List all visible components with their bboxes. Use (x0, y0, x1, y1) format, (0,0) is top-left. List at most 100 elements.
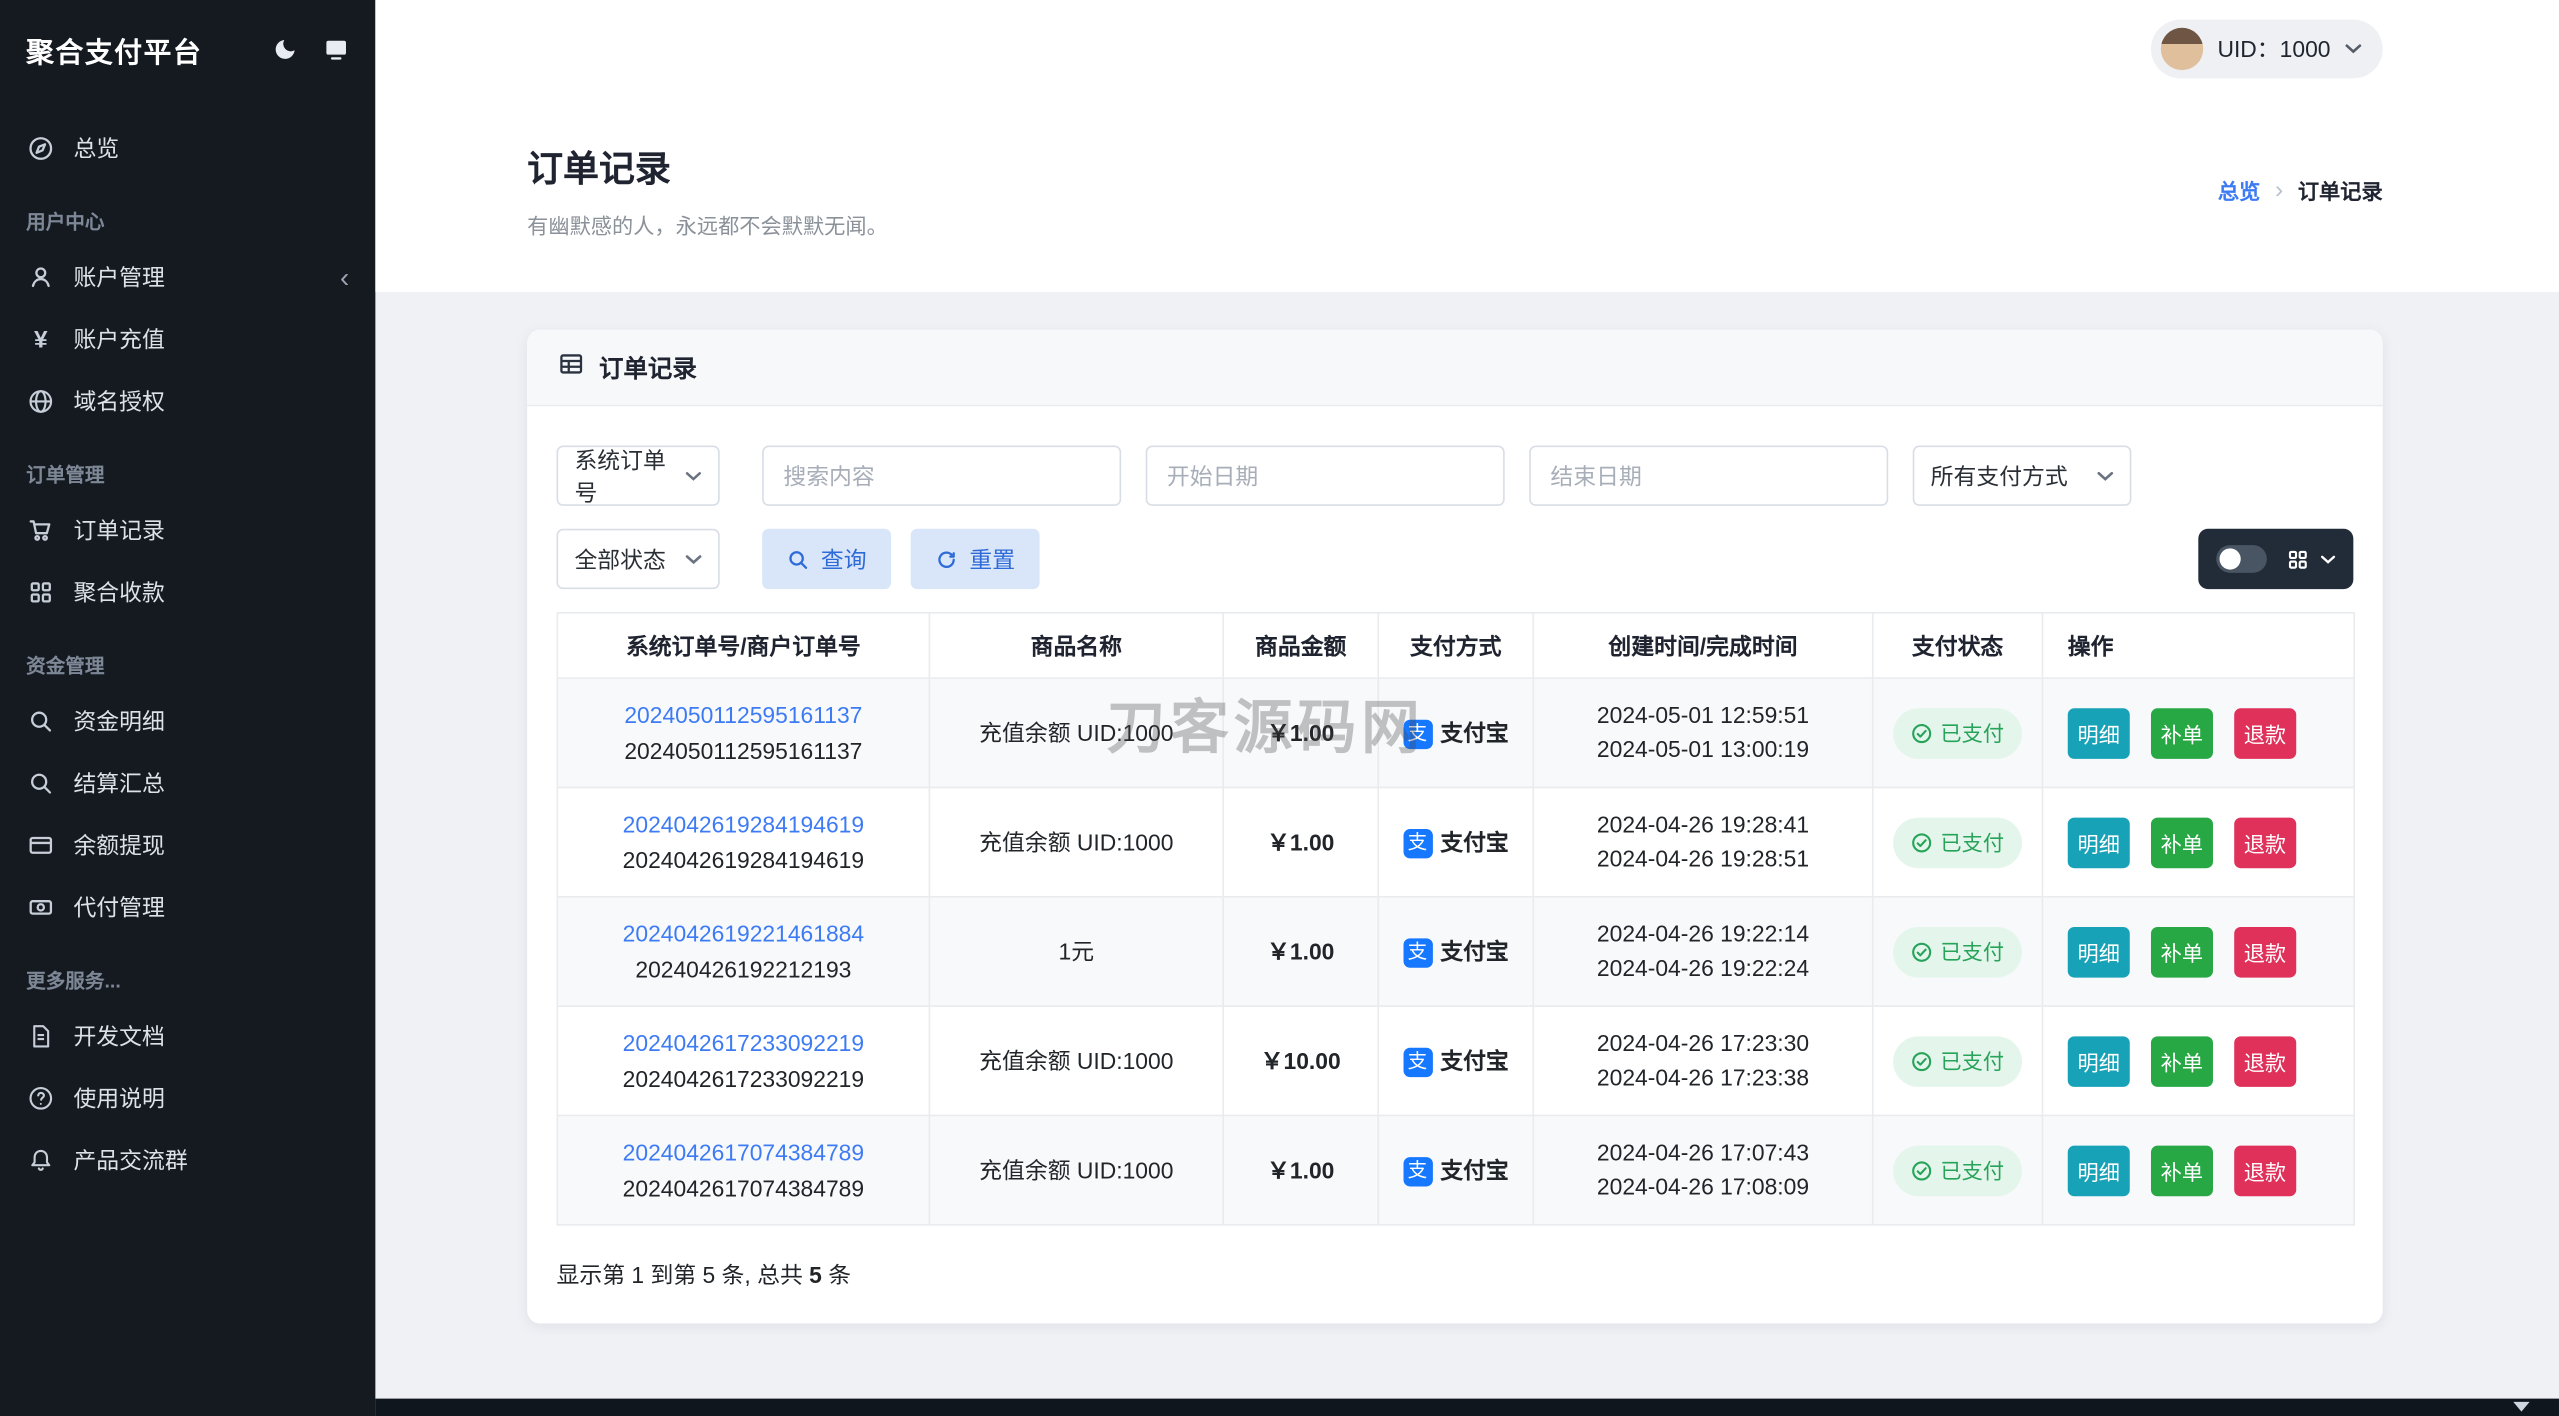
sidebar-item-label: 代付管理 (73, 894, 165, 921)
col-header-time: 创建时间/完成时间 (1532, 611, 1874, 679)
pay-method: 支付宝 (1440, 938, 1509, 965)
refund-button[interactable]: 退款 (2233, 926, 2296, 977)
col-header-actions: 操作 (2041, 611, 2355, 679)
order-no-type-select[interactable]: 系统订单号 (556, 445, 720, 506)
detail-button[interactable]: 明细 (2067, 926, 2130, 977)
end-date-input[interactable] (1529, 445, 1889, 506)
breadcrumb-home[interactable]: 总览 (2218, 175, 2260, 206)
sidebar-item-payout-management[interactable]: 代付管理 (0, 876, 375, 938)
sidebar-item-domain-auth[interactable]: 域名授权 (0, 370, 375, 432)
check-circle-icon (1912, 832, 1932, 852)
sidebar-nav: 总览 用户中心 账户管理 ‹ ¥ 账户充值 域名授权 订单管理 订单记录 聚合收… (0, 98, 375, 1191)
pay-method: 支付宝 (1440, 829, 1509, 856)
query-button[interactable]: 查询 (762, 528, 892, 590)
refund-button[interactable]: 退款 (2233, 707, 2296, 759)
sidebar-item-usage-instructions[interactable]: 使用说明 (0, 1067, 375, 1129)
sidebar-item-fund-details[interactable]: 资金明细 (0, 690, 375, 752)
filter-row-2: 全部状态 查询 重置 (556, 528, 2354, 590)
sidebar-item-label: 使用说明 (73, 1085, 165, 1112)
moon-icon[interactable] (273, 36, 299, 62)
select-value: 系统订单号 (574, 446, 666, 506)
user-icon (26, 264, 55, 290)
card-body: 系统订单号 所有支付方式 全部状态 (527, 406, 2383, 1323)
table-row: 2024042617074384789 2024042617074384789 … (556, 1114, 2355, 1226)
sidebar-item-overview[interactable]: 总览 (0, 118, 375, 180)
columns-dropdown-button[interactable] (2286, 548, 2336, 571)
status-select[interactable]: 全部状态 (556, 528, 720, 590)
sidebar-item-label: 订单记录 (73, 517, 165, 544)
finished-time: 2024-04-26 17:08:09 (1596, 1173, 1810, 1200)
pay-method-select[interactable]: 所有支付方式 (1912, 445, 2132, 506)
refund-button[interactable]: 退款 (2233, 816, 2296, 868)
help-icon (26, 1085, 55, 1111)
start-date-input[interactable] (1145, 445, 1505, 506)
reorder-button[interactable]: 补单 (2150, 707, 2213, 759)
sidebar-item-aggregated-collection[interactable]: 聚合收款 (0, 561, 375, 623)
sidebar-item-dev-docs[interactable]: 开发文档 (0, 1005, 375, 1067)
finished-time: 2024-04-26 19:22:24 (1596, 954, 1810, 981)
chevron-down-icon (2345, 44, 2362, 54)
alipay-icon: 支 (1402, 1156, 1433, 1186)
reorder-button[interactable]: 补单 (2150, 816, 2213, 868)
refund-button[interactable]: 退款 (2233, 1035, 2296, 1087)
created-time: 2024-05-01 12:59:51 (1596, 701, 1810, 728)
user-menu[interactable]: UID：1000 (2150, 19, 2383, 79)
grid-icon (26, 579, 55, 605)
detail-button[interactable]: 明细 (2067, 707, 2130, 759)
merchant-number: 20240426192212193 (635, 955, 852, 982)
sidebar-item-account-management[interactable]: 账户管理 ‹ (0, 246, 375, 308)
page-subtitle: 有幽默感的人，永远都不会默默无闻。 (527, 213, 888, 239)
avatar (2160, 27, 2203, 71)
banknote-icon (26, 894, 55, 920)
refund-button[interactable]: 退款 (2233, 1144, 2296, 1196)
pay-method: 支付宝 (1440, 1157, 1509, 1184)
breadcrumb-current: 订单记录 (2297, 179, 2383, 204)
detail-button[interactable]: 明细 (2067, 1035, 2130, 1087)
document-icon (26, 1023, 55, 1049)
sidebar-item-balance-withdrawal[interactable]: 余额提现 (0, 814, 375, 876)
finished-time: 2024-05-01 13:00:19 (1596, 736, 1810, 763)
order-number-link[interactable]: 2024050112595161137 (571, 698, 915, 732)
content-area: 订单记录 系统订单号 所有支付方式 (375, 292, 2559, 1398)
status-badge: 已支付 (1893, 1144, 2023, 1196)
card-title: 订单记录 (598, 354, 697, 383)
col-header-pay-method: 支付方式 (1377, 611, 1535, 679)
scroll-down-icon[interactable] (2513, 1401, 2530, 1412)
select-value: 全部状态 (574, 545, 666, 573)
sidebar-item-label: 余额提现 (73, 832, 165, 859)
reset-button[interactable]: 重置 (910, 528, 1040, 590)
pay-method: 支付宝 (1440, 1047, 1509, 1074)
finished-time: 2024-04-26 17:23:38 (1596, 1064, 1810, 1091)
search-input[interactable] (762, 445, 1122, 506)
order-number-link[interactable]: 2024042617074384789 (571, 1135, 915, 1169)
sidebar-item-settlement-summary[interactable]: 结算汇总 (0, 752, 375, 814)
sidebar-item-product-group[interactable]: 产品交流群 (0, 1129, 375, 1191)
reorder-button[interactable]: 补单 (2150, 926, 2213, 977)
sidebar-item-order-records[interactable]: 订单记录 (0, 499, 375, 561)
column-visibility-toggle[interactable] (2216, 545, 2267, 573)
table-tools (2198, 528, 2354, 590)
reorder-button[interactable]: 补单 (2150, 1035, 2213, 1087)
created-time: 2024-04-26 17:07:43 (1596, 1139, 1810, 1166)
reorder-button[interactable]: 补单 (2150, 1144, 2213, 1196)
merchant-number: 2024042617233092219 (622, 1064, 865, 1091)
check-circle-icon (1912, 1160, 1932, 1180)
sidebar-logo-row: 聚合支付平台 (0, 0, 375, 98)
detail-button[interactable]: 明细 (2067, 816, 2130, 868)
order-number-link[interactable]: 2024042617233092219 (571, 1026, 915, 1060)
sidebar-item-label: 结算汇总 (73, 770, 165, 797)
breadcrumb-separator: › (2274, 176, 2284, 204)
chevron-left-icon: ‹ (339, 261, 350, 293)
order-number-link[interactable]: 2024042619284194619 (571, 807, 915, 841)
order-number-link[interactable]: 2024042619221461884 (571, 916, 915, 950)
screen-icon[interactable] (323, 36, 349, 62)
search-icon (26, 708, 55, 734)
col-header-order-no: 系统订单号/商户订单号 (556, 611, 931, 679)
detail-button[interactable]: 明细 (2067, 1144, 2130, 1196)
merchant-number: 2024042619284194619 (622, 846, 865, 873)
compass-icon (26, 135, 55, 161)
product-name: 充值余额 UID:1000 (928, 1005, 1224, 1117)
sidebar-item-account-recharge[interactable]: ¥ 账户充值 (0, 308, 375, 370)
reset-label: 重置 (969, 545, 1016, 573)
amount: ￥1.00 (1222, 786, 1380, 898)
